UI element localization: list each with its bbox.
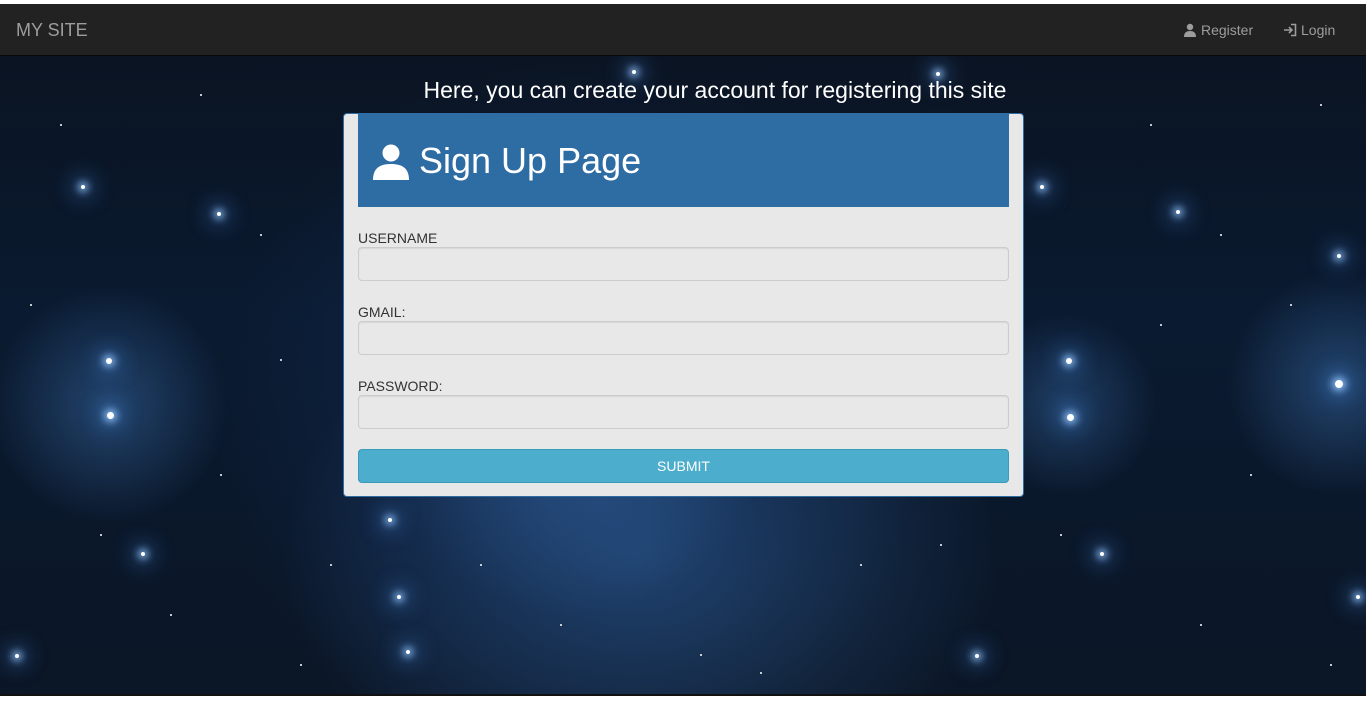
gmail-input[interactable] [358, 321, 1009, 355]
star [388, 518, 392, 522]
star [220, 474, 222, 476]
star [1337, 254, 1341, 258]
star [30, 304, 32, 306]
star [1176, 210, 1180, 214]
star [15, 654, 19, 658]
star [81, 185, 85, 189]
username-label: USERNAME [358, 230, 438, 246]
top-navbar: MY SITE Register Login [0, 4, 1366, 56]
star [330, 564, 332, 566]
password-input[interactable] [358, 395, 1009, 429]
star [860, 564, 862, 566]
star [60, 124, 62, 126]
star [217, 212, 221, 216]
gmail-label: GMAIL: [358, 304, 406, 320]
star [1356, 595, 1360, 599]
star [106, 358, 112, 364]
login-label: Login [1301, 22, 1336, 38]
user-icon [1184, 23, 1196, 37]
star [397, 595, 401, 599]
star [1040, 185, 1044, 189]
star [1335, 380, 1343, 388]
password-label: PASSWORD: [358, 378, 443, 394]
user-icon [373, 144, 409, 180]
register-label: Register [1201, 22, 1254, 38]
star [1066, 358, 1072, 364]
signup-title: Sign Up Page [419, 139, 642, 181]
star [1100, 552, 1104, 556]
star [406, 650, 410, 654]
signup-panel: Sign Up Page USERNAME GMAIL: PASSWORD: S… [343, 113, 1024, 497]
star [1060, 534, 1062, 536]
star [560, 624, 562, 626]
username-input[interactable] [358, 247, 1009, 281]
star [1200, 624, 1202, 626]
signup-panel-header: Sign Up Page [358, 114, 1009, 207]
submit-button[interactable]: SUBMIT [358, 449, 1009, 483]
star [1160, 324, 1162, 326]
star [260, 234, 262, 236]
star [107, 412, 114, 419]
star [760, 672, 762, 674]
login-link[interactable]: Login [1283, 22, 1335, 38]
register-link[interactable]: Register [1183, 22, 1253, 38]
star [480, 564, 482, 566]
star [1320, 104, 1322, 106]
star [170, 614, 172, 616]
star [1067, 414, 1074, 421]
page-headline: Here, you can create your account for re… [423, 77, 1007, 103]
site-brand[interactable]: MY SITE [16, 20, 88, 41]
star [632, 70, 636, 74]
login-icon [1284, 23, 1297, 37]
star [1220, 234, 1222, 236]
star [280, 359, 282, 361]
star [1150, 124, 1152, 126]
star [1250, 474, 1252, 476]
star [975, 654, 979, 658]
star [1330, 664, 1332, 666]
star [100, 534, 102, 536]
star [936, 72, 940, 76]
star [700, 654, 702, 656]
star [141, 552, 145, 556]
star [300, 664, 302, 666]
star [940, 544, 942, 546]
star [1290, 304, 1292, 306]
